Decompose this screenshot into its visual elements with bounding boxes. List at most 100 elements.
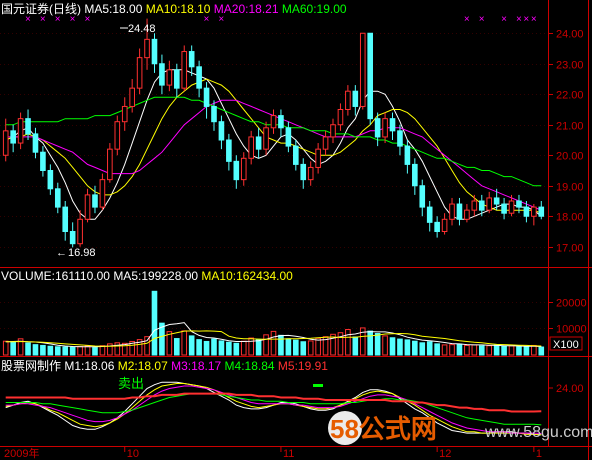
candle-body <box>478 200 485 211</box>
volume-bar <box>523 346 530 356</box>
candle-body <box>248 136 254 159</box>
candle-body <box>17 118 24 144</box>
signal-marker: × <box>516 14 522 25</box>
volume-bar <box>419 342 426 356</box>
candle-body <box>330 124 336 138</box>
signal-marker: × <box>523 14 529 25</box>
candle-body <box>404 145 411 165</box>
high-label: 24.48 <box>128 23 156 35</box>
volume-bar <box>226 341 232 356</box>
volume-ticks: 10000 20000 <box>548 298 587 336</box>
volume-bar <box>389 337 396 356</box>
candle-body <box>151 38 158 65</box>
candle-body <box>2 130 9 156</box>
volume-bar <box>441 344 448 356</box>
volume-bar <box>374 333 381 356</box>
candle-body <box>114 121 121 150</box>
price-tick-label: 20.00 <box>556 151 584 163</box>
ma20-value: MA20:18.21 <box>213 2 279 16</box>
signal-marker: × <box>479 14 485 25</box>
watermark: 58公式网 www.58gu.com <box>328 411 592 445</box>
volume-unit-box: X100 <box>549 336 583 351</box>
volume-bar <box>188 335 195 356</box>
indicator-header: 股票网制作 M1:18.06 M2:18.07 M3:18.17 M4:18.8… <box>1 359 328 373</box>
signal-bar <box>313 384 323 387</box>
volume-bar <box>426 341 433 356</box>
volume-bar <box>471 344 478 356</box>
candle-body <box>345 90 351 110</box>
svg-text:24.00: 24.00 <box>556 383 584 395</box>
volume-bar <box>278 334 284 356</box>
volume-bar <box>218 340 225 356</box>
candle-body <box>419 185 426 208</box>
candle-body <box>486 197 493 211</box>
candle-body <box>293 145 299 165</box>
candle-body <box>508 200 515 214</box>
volume-ma5-value: MA5:199228.00 <box>113 269 199 283</box>
candle-body <box>449 203 455 220</box>
sell-signal-label: 卖出 <box>118 376 144 391</box>
volume-bar <box>240 340 247 356</box>
candle-body <box>397 130 403 147</box>
time-tick-label: 2009年 <box>4 446 39 460</box>
candle-body <box>352 90 359 107</box>
volume-bar <box>464 344 470 356</box>
candle-body <box>107 148 113 181</box>
price-tick-label: 21.00 <box>556 121 584 133</box>
volume-bar <box>367 330 374 356</box>
candle-body <box>136 57 143 89</box>
candle-body <box>389 118 396 132</box>
volume-tick-label: 20000 <box>556 298 587 310</box>
volume-bar <box>255 338 262 356</box>
volume-bar <box>233 342 240 356</box>
candle-body <box>211 105 217 123</box>
stock-chart: 17.00 18.00 19.00 20.00 21.00 22.00 23.00 24.00… <box>0 0 592 460</box>
volume-bar <box>77 346 83 356</box>
price-ticks: 17.00 18.00 19.00 20.00 21.00 22.00 23.00 24.00 <box>548 29 584 255</box>
candle-body <box>47 170 54 190</box>
signal-marker: × <box>501 14 507 25</box>
candle-body <box>270 115 277 129</box>
indicator-axis-label: 24.00 <box>548 383 584 395</box>
candle-body <box>516 200 522 208</box>
candle-body <box>121 105 128 123</box>
volume-bar <box>32 344 39 356</box>
volume-bar <box>478 345 485 356</box>
candle-body <box>144 38 150 59</box>
candle-body <box>159 63 165 86</box>
volume-bar <box>382 335 388 356</box>
candle-body <box>523 206 530 217</box>
candle-body <box>359 32 366 107</box>
price-tick-label: 19.00 <box>556 182 584 194</box>
price-header: 国元证券(日线) MA5:18.00 MA10:18.10 MA20:18.21… <box>1 2 347 16</box>
volume-bar <box>486 345 493 356</box>
candle-body <box>99 179 106 208</box>
candle-body <box>226 139 232 162</box>
volume-bar <box>92 347 98 356</box>
volume-ma10-value: MA10:162434.00 <box>201 269 293 283</box>
time-axis: 2009年 10 11 12 1 <box>4 446 542 460</box>
candle-body <box>69 231 76 245</box>
volume-bar <box>501 345 507 356</box>
volume-bar <box>203 340 210 356</box>
price-tick-label: 18.00 <box>556 212 584 224</box>
candle-body <box>367 32 374 120</box>
candle-body <box>203 87 210 107</box>
candle-body <box>278 115 284 129</box>
candle-body <box>77 218 83 245</box>
volume-bar <box>293 339 299 356</box>
candle-body <box>129 87 135 107</box>
candle-body <box>501 203 507 214</box>
price-tick-label: 24.00 <box>556 29 584 41</box>
volume-bar <box>47 345 54 356</box>
volume-bar <box>456 343 463 356</box>
volume-bar <box>69 346 76 356</box>
low-label: 16.98 <box>68 247 96 259</box>
indicator-lines <box>5 381 542 436</box>
volume-bar <box>196 339 202 356</box>
volume-bar <box>181 330 188 356</box>
time-tick-label: 1 <box>536 448 542 460</box>
candle-body <box>218 121 225 141</box>
volume-bar <box>315 337 321 356</box>
stock-name: 国元证券(日线) <box>1 2 81 16</box>
